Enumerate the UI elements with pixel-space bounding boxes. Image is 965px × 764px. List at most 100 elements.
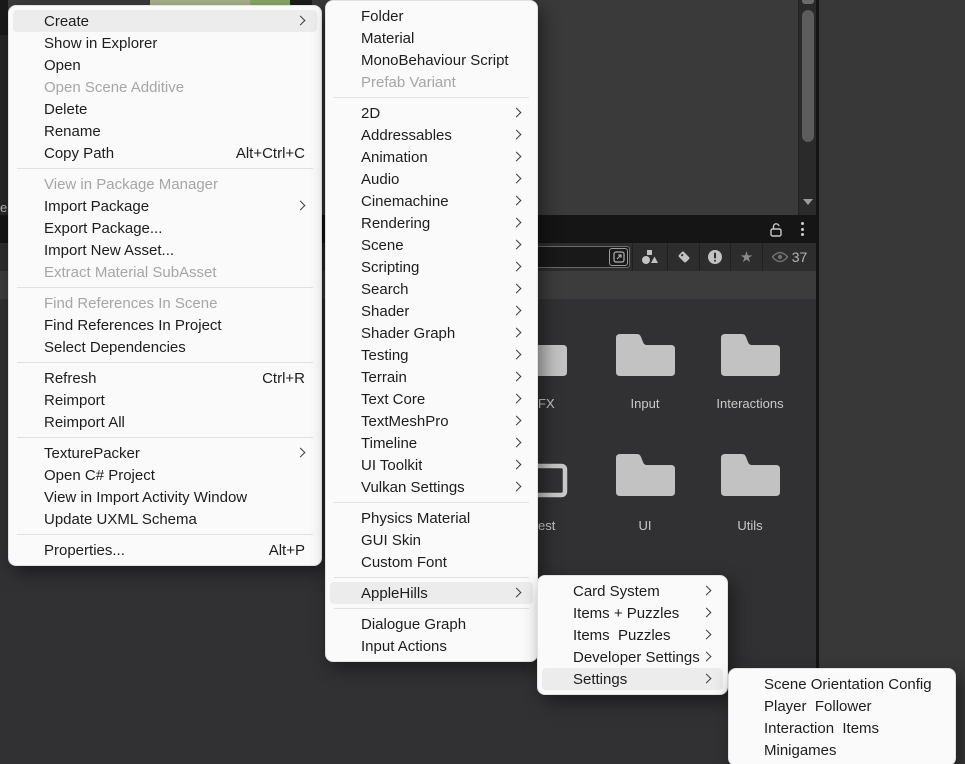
menu-item-import-package[interactable]: Import Package [13,195,317,217]
toolbar-button-group: ★ 37 [632,243,816,271]
folder-interactions[interactable] [718,328,782,383]
menu-item-rename[interactable]: Rename [13,120,317,142]
menu-item-terrain[interactable]: Terrain [330,366,533,388]
menu-item-show-in-explorer[interactable]: Show in Explorer [13,32,317,54]
menu-item-label: Dialogue Graph [361,616,466,633]
menu-item-audio[interactable]: Audio [330,168,533,190]
submenu-chevron-icon [512,261,522,271]
folder-icon [718,328,782,378]
menu-item-monobehaviour-script[interactable]: MonoBehaviour Script [330,49,533,71]
menu-item-gui-skin[interactable]: GUI Skin [330,529,533,551]
open-search-window-button[interactable] [609,248,628,266]
folder-utils[interactable] [718,448,782,503]
menu-item-label: Export Package... [44,220,162,237]
search-by-label-button[interactable] [667,243,699,271]
menu-item-label: Extract Material SubAsset [44,264,217,281]
submenu-chevron-icon [702,607,712,617]
menu-item-physics-material[interactable]: Physics Material [330,507,533,529]
menu-item-interaction-items[interactable]: Interaction Items [733,717,951,739]
lock-toggle-button[interactable] [766,220,786,238]
import-log-button[interactable] [699,243,730,271]
menu-item-label: Material [361,30,414,47]
menu-item-vulkan-settings[interactable]: Vulkan Settings [330,476,533,498]
menu-item-texturepacker[interactable]: TexturePacker [13,442,317,464]
menu-item-properties-[interactable]: Properties...Alt+P [13,539,317,561]
menu-item-open[interactable]: Open [13,54,317,76]
menu-separator [334,608,529,609]
panel-menu-button[interactable] [792,220,812,238]
visibility-count: 37 [792,249,808,265]
menu-item-text-core[interactable]: Text Core [330,388,533,410]
menu-item-card-system[interactable]: Card System [542,580,723,602]
menu-item-settings[interactable]: Settings [542,668,723,690]
menu-item-delete[interactable]: Delete [13,98,317,120]
menu-item-label: Show in Explorer [44,35,157,52]
menu-item-scene[interactable]: Scene [330,234,533,256]
menu-item-scripting[interactable]: Scripting [330,256,533,278]
menu-item-label: Text Core [361,391,425,408]
menu-item-2d[interactable]: 2D [330,102,533,124]
menu-item-textmeshpro[interactable]: TextMeshPro [330,410,533,432]
favorites-button[interactable]: ★ [730,243,762,271]
menu-item-search[interactable]: Search [330,278,533,300]
menu-item-select-dependencies[interactable]: Select Dependencies [13,336,317,358]
menu-item-addressables[interactable]: Addressables [330,124,533,146]
menu-item-rendering[interactable]: Rendering [330,212,533,234]
menu-item-reimport[interactable]: Reimport [13,389,317,411]
scrollbar-thumb[interactable] [802,10,814,142]
menu-item-import-new-asset-[interactable]: Import New Asset... [13,239,317,261]
kebab-menu-icon [801,228,804,231]
menu-item-reimport-all[interactable]: Reimport All [13,411,317,433]
menu-separator [17,437,313,438]
menu-item-find-references-in-project[interactable]: Find References In Project [13,314,317,336]
menu-item-dialogue-graph[interactable]: Dialogue Graph [330,613,533,635]
menu-item-refresh[interactable]: RefreshCtrl+R [13,367,317,389]
scrollbar-down-button[interactable] [803,199,813,205]
menu-item-scene-orientation-config[interactable]: Scene Orientation Config [733,673,951,695]
menu-item-export-package-[interactable]: Export Package... [13,217,317,239]
menu-item-developer-settings[interactable]: Developer Settings [542,646,723,668]
menu-item-shader[interactable]: Shader [330,300,533,322]
menu-item-custom-font[interactable]: Custom Font [330,551,533,573]
menu-item-label: View in Import Activity Window [44,489,247,506]
menu-separator [334,502,529,503]
menu-item-update-uxml-schema[interactable]: Update UXML Schema [13,508,317,530]
menu-item-material[interactable]: Material [330,27,533,49]
visibility-toggle-button[interactable]: 37 [762,243,815,271]
submenu-chevron-icon [702,629,712,639]
menu-item-label: Rename [44,123,101,140]
menu-item-ui-toolkit[interactable]: UI Toolkit [330,454,533,476]
menu-item-cinemachine[interactable]: Cinemachine [330,190,533,212]
menu-item-label: Update UXML Schema [44,511,197,528]
submenu-chevron-icon [512,195,522,205]
menu-item-input-actions[interactable]: Input Actions [330,635,533,657]
create-submenu: FolderMaterialMonoBehaviour ScriptPrefab… [325,0,538,662]
menu-item-shader-graph[interactable]: Shader Graph [330,322,533,344]
folder-label: Interactions [705,396,795,411]
menu-item-player-follower[interactable]: Player Follower [733,695,951,717]
scrollbar-up-button[interactable] [802,0,814,4]
kebab-menu-icon [801,222,804,225]
menu-item-label: Create [44,13,89,30]
menu-item-label: Copy Path [44,145,114,162]
vertical-scrollbar[interactable] [798,0,816,215]
menu-item-animation[interactable]: Animation [330,146,533,168]
menu-item-create[interactable]: Create [13,10,317,32]
menu-item-view-in-import-activity-window[interactable]: View in Import Activity Window [13,486,317,508]
menu-item-label: View in Package Manager [44,176,218,193]
menu-item-copy-path[interactable]: Copy PathAlt+Ctrl+C [13,142,317,164]
menu-separator [17,362,313,363]
menu-item-label: Import Package [44,198,149,215]
menu-item-folder[interactable]: Folder [330,5,533,27]
menu-item-applehills[interactable]: AppleHills [330,582,533,604]
menu-item-open-c-project[interactable]: Open C# Project [13,464,317,486]
menu-item-items-puzzles[interactable]: Items Puzzles [542,624,723,646]
menu-item-shortcut: Ctrl+R [248,370,305,387]
search-by-type-button[interactable] [632,243,667,271]
menu-item-minigames[interactable]: Minigames [733,739,951,761]
menu-item-timeline[interactable]: Timeline [330,432,533,454]
menu-item-testing[interactable]: Testing [330,344,533,366]
folder-ui[interactable] [613,448,677,503]
folder-input[interactable] [613,328,677,383]
menu-item-items-puzzles[interactable]: Items + Puzzles [542,602,723,624]
